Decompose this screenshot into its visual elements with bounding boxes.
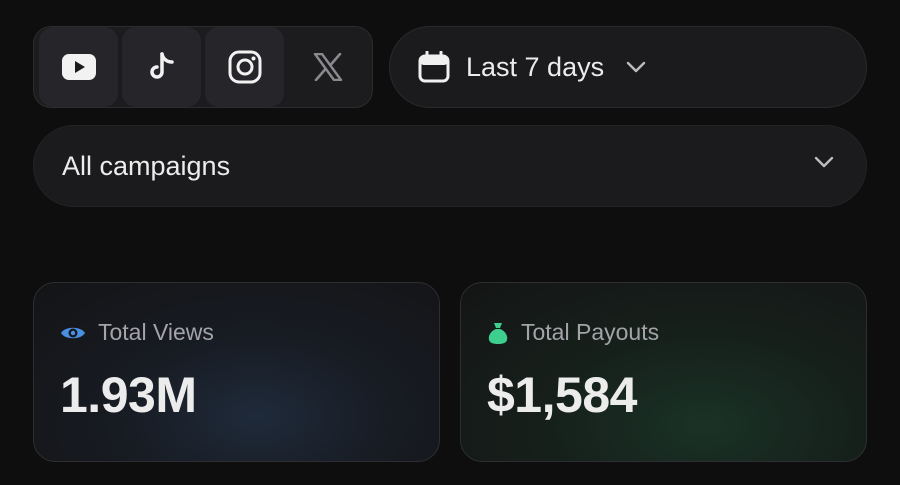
total-payouts-value: $1,584: [487, 367, 637, 423]
platform-tiktok-button[interactable]: [122, 27, 201, 107]
chevron-down-icon: [814, 156, 834, 168]
total-views-value: 1.93M: [60, 367, 197, 423]
chevron-down-icon: [626, 61, 646, 73]
platform-instagram-button[interactable]: [205, 27, 284, 107]
youtube-icon: [61, 54, 96, 80]
total-views-title: Total Views: [98, 319, 214, 345]
platform-youtube-button[interactable]: [39, 27, 118, 107]
total-payouts-card: Total Payouts $1,584: [460, 282, 867, 462]
platform-x-button[interactable]: [288, 27, 367, 107]
campaign-label: All campaigns: [62, 150, 231, 181]
eye-icon: [61, 327, 85, 338]
tiktok-icon: [149, 52, 174, 79]
platform-filter: [33, 26, 373, 108]
total-views-card: Total Views 1.93M: [33, 282, 440, 462]
campaign-dropdown[interactable]: All campaigns: [33, 125, 867, 207]
calendar-icon: [418, 51, 450, 83]
total-payouts-title: Total Payouts: [521, 319, 660, 345]
money-bag-icon: [488, 322, 508, 344]
date-range-dropdown[interactable]: Last 7 days: [389, 26, 867, 108]
x-icon: [313, 53, 342, 81]
date-range-label: Last 7 days: [466, 51, 605, 82]
instagram-icon: [228, 50, 261, 84]
